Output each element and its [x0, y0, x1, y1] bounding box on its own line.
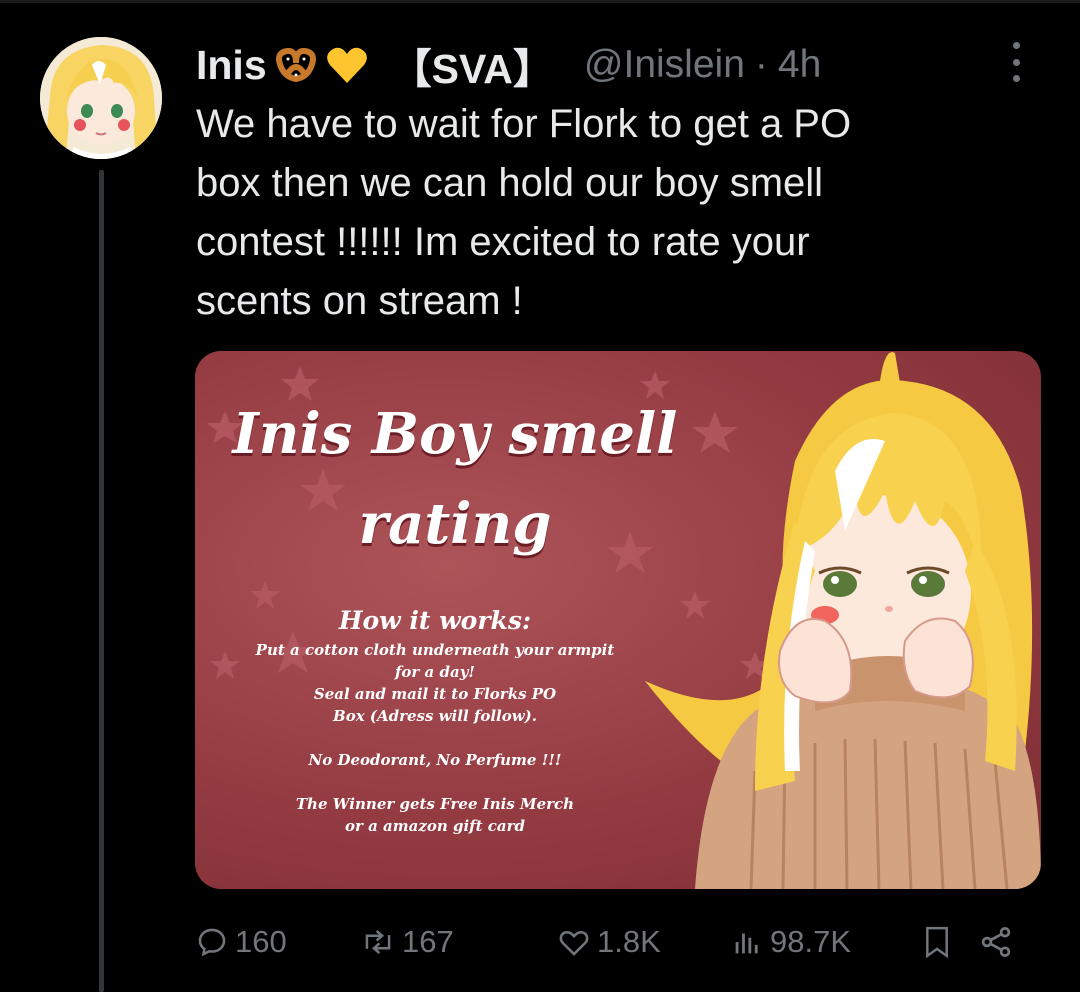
yellow-heart-emoji: [325, 45, 369, 85]
share-icon: [981, 927, 1011, 957]
card-body-line: for a day!: [394, 663, 476, 681]
tweet-text: We have to wait for Flork to get a PO bo…: [196, 95, 996, 331]
bookmark-icon: [926, 926, 948, 959]
action-bar: 160 167 1.8K 98.7K: [195, 915, 1035, 969]
repost-icon: [365, 929, 391, 955]
reply-button[interactable]: 160: [195, 924, 360, 960]
like-button[interactable]: 1.8K: [557, 924, 730, 960]
card-title-line: rating: [358, 491, 552, 557]
card-body-line: No Deodorant, No Perfume !!!: [308, 751, 562, 769]
more-options-icon[interactable]: [1008, 42, 1024, 82]
tweet-text-line: box then we can hold our boy smell: [196, 161, 824, 205]
repost-count: 167: [402, 924, 454, 959]
card-body-line: Box (Adress will follow).: [333, 707, 537, 725]
card-body-line: Put a cotton cloth underneath your armpi…: [255, 641, 615, 659]
views-count: 98.7K: [770, 924, 852, 959]
top-divider: [0, 0, 1080, 3]
handle[interactable]: @Inislein: [584, 43, 745, 87]
reply-icon: [198, 928, 226, 957]
card-body-line: or a amazon gift card: [344, 817, 526, 835]
like-count: 1.8K: [597, 924, 661, 959]
timestamp[interactable]: 4h: [778, 43, 821, 87]
tweet-image[interactable]: Inis Boy smell rating How it works: Put …: [195, 351, 1041, 889]
heart-icon: [559, 930, 589, 956]
share-button[interactable]: [978, 924, 1018, 960]
card-title-line: Inis Boy smell: [232, 401, 678, 467]
card-subtitle: How it works:: [338, 606, 532, 635]
thread-line: [99, 170, 104, 992]
card-title: Inis Boy smell rating: [195, 389, 715, 569]
avatar[interactable]: [40, 37, 162, 159]
separator: ·: [754, 43, 768, 86]
avatar-illustration: [40, 37, 162, 159]
views-button[interactable]: 98.7K: [730, 924, 920, 960]
display-name[interactable]: Inis: [196, 42, 267, 89]
tweet-text-line: contest !!!!!! Im excited to rate your: [196, 220, 810, 264]
tweet-header: Inis 【SVA】 @Inislein · 4h: [196, 40, 821, 93]
tweet-text-line: We have to wait for Flork to get a PO: [196, 102, 852, 146]
tweet-text-line: scents on stream !: [196, 279, 523, 323]
card-body: Put a cotton cloth underneath your armpi…: [195, 639, 675, 837]
pretzel-emoji: [273, 45, 319, 85]
views-icon: [735, 933, 758, 954]
bookmark-button[interactable]: [920, 924, 978, 960]
card-body-spacer: [195, 771, 675, 793]
card-body-line: Seal and mail it to Florks PO: [313, 685, 557, 703]
repost-button[interactable]: 167: [360, 924, 557, 960]
reply-count: 160: [235, 924, 287, 959]
card-body-line: The Winner gets Free Inis Merch: [295, 795, 575, 813]
card-body-spacer: [195, 727, 675, 749]
org-tag: 【SVA】: [390, 46, 554, 92]
